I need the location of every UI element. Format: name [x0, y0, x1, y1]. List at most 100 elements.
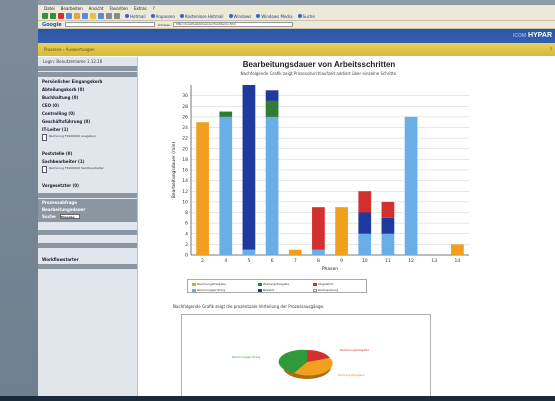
x-tick-label: 6	[271, 258, 274, 264]
sidebar-item-geschaeftsfuehrung[interactable]: Geschäftsführung (0)	[38, 118, 137, 126]
sidebar-item-ceo[interactable]: CEO (0)	[38, 102, 137, 110]
bar-segment	[219, 111, 233, 117]
google-toolbar-logo[interactable]: Google	[42, 22, 62, 28]
link-windows-media[interactable]: Windows Media	[256, 14, 293, 19]
page-subtitle: Nachfolgende Grafik zeigt Prozessdurchla…	[240, 71, 398, 76]
menu-item-extras[interactable]: Extras	[134, 6, 147, 11]
link-icon	[228, 14, 233, 18]
help-link[interactable]: ?	[550, 47, 552, 52]
print-icon[interactable]	[114, 13, 120, 19]
bar-segment	[242, 85, 256, 250]
sidebar-item-poststelle[interactable]: Poststelle (0)	[38, 150, 137, 158]
sidebar-section-bearbeitungsdauer[interactable]: Bearbeitungsdauer	[38, 206, 137, 213]
menu-item-datei[interactable]: Datei	[44, 6, 55, 11]
x-tick-label: 9	[340, 258, 343, 264]
link-hotmail[interactable]: Hotmail	[125, 14, 146, 19]
sidebar-item-eingangskorb[interactable]: Persönlicher Eingangskorb	[38, 78, 137, 86]
legend-swatch	[313, 282, 317, 286]
desktop-frame-left	[0, 0, 38, 401]
y-tick-label: 8	[185, 210, 188, 216]
sidebar-item-abteilungskorb[interactable]: Abteilungskorb (0)	[38, 86, 137, 94]
forward-icon[interactable]	[50, 13, 56, 19]
sidebar-item-buchhaltung[interactable]: Buchhaltung (0)	[38, 94, 137, 102]
legend-item: Rechnungsprüfung	[192, 288, 225, 292]
link-windows[interactable]: Windows	[228, 14, 251, 19]
x-tick-label: 14	[455, 258, 461, 264]
address-field[interactable]: http://localhost/phoenix/chartdemo.htm	[172, 22, 293, 27]
refresh-icon[interactable]	[66, 13, 72, 19]
x-tick-label: 7	[294, 258, 297, 264]
pie-chart-subtitle: Nachfolgende Grafik zeigt die prozentual…	[173, 304, 325, 309]
x-tick-label: 13	[431, 258, 437, 264]
stop-icon[interactable]	[58, 13, 64, 19]
back-icon[interactable]	[42, 13, 48, 19]
sidebar-section-prozessabfrage[interactable]: Prozessabfrage	[38, 199, 137, 206]
search-input[interactable]: Eingabe	[60, 214, 81, 219]
y-tick-label: 10	[182, 199, 188, 205]
menu-item-favoriten[interactable]: Favoriten	[109, 6, 128, 11]
link-icon	[180, 14, 185, 18]
mail-icon[interactable]	[106, 13, 112, 19]
y-tick-label: 16	[182, 168, 188, 174]
link-kostenlose-hotmail[interactable]: Kostenlose Hotmail	[180, 14, 224, 19]
sidebar-band	[38, 193, 137, 198]
link-anpassen[interactable]: Anpassen	[150, 14, 175, 19]
sidebar-band	[38, 72, 137, 77]
sidebar-band	[38, 264, 137, 269]
bar-segment	[451, 244, 464, 255]
pie-label: Rechnungsfreigabe	[340, 348, 369, 352]
bar-segment	[381, 201, 395, 218]
bar-segment	[358, 233, 372, 255]
link-suche[interactable]: Suche	[297, 14, 315, 19]
home-icon[interactable]	[74, 13, 80, 19]
document-icon	[42, 134, 47, 141]
bar-segment	[335, 207, 348, 255]
page-title: Bearbeitungsdauer von Arbeitsschritten	[242, 60, 396, 69]
sidebar-search-row: Suche Eingabe	[38, 213, 137, 222]
sidebar-item-vorgesetzter[interactable]: Vorgesetzter (0)	[38, 182, 137, 190]
x-tick-label: 12	[408, 258, 414, 264]
bar-segment	[265, 100, 279, 117]
sidebar-item-controlling[interactable]: Controlling (0)	[38, 110, 137, 118]
taskbar[interactable]	[0, 396, 555, 401]
pie-chart	[278, 349, 333, 379]
address-bar: Google Adresse http://localhost/phoenix/…	[38, 21, 555, 29]
y-tick-label: 2	[185, 242, 188, 248]
menu-bar: Datei Bearbeiten Ansicht Favoriten Extra…	[38, 5, 555, 12]
pie-label: Rechnungsprüfung	[232, 355, 261, 359]
browser-toolbar: Hotmail Anpassen Kostenlose Hotmail Wind…	[38, 12, 555, 21]
site-breadcrumb-strip: Prozesse › Auswertungen ?	[38, 43, 555, 56]
y-tick-label: 12	[182, 189, 188, 195]
menu-item-ansicht[interactable]: Ansicht	[89, 6, 104, 11]
breadcrumb[interactable]: Prozesse › Auswertungen	[44, 47, 95, 52]
sidebar-band	[38, 66, 137, 71]
y-tick-label: 24	[182, 125, 188, 131]
search-icon[interactable]	[82, 13, 88, 19]
sidebar-item-sachbearbeiter[interactable]: Sachbearbeiter (1)	[38, 158, 137, 166]
menu-item-bearbeiten[interactable]: Bearbeiten	[61, 6, 83, 11]
document-icon	[42, 166, 47, 173]
bar-segment	[242, 249, 256, 255]
sidebar-item-workflowstarter[interactable]: Workflowstarter	[38, 256, 137, 264]
link-icon	[150, 14, 155, 18]
legend-item: Rechnungsfreigabe	[192, 282, 226, 286]
sidebar-document[interactable]: Rechnung F1000009 Ausgaben	[38, 134, 137, 144]
bar-segment	[196, 122, 209, 255]
menu-item-help[interactable]: ?	[153, 6, 155, 11]
site-logo: ICOM HYPAR	[512, 32, 552, 39]
site-header: ICOM HYPAR	[38, 29, 555, 43]
history-icon[interactable]	[98, 13, 104, 19]
chart-legend: Rechnungsfreigabe Zahlungsfreigabe Abgel…	[187, 279, 367, 293]
link-icon	[125, 14, 129, 18]
x-tick-label: 2	[201, 258, 204, 264]
bar-segment	[358, 212, 372, 234]
google-search-field[interactable]	[65, 22, 155, 27]
page-content: Login: Benutzername 1.12.16 Persönlicher…	[38, 57, 555, 396]
sidebar-item-it-leiter[interactable]: IT-Leiter (1)	[38, 126, 137, 134]
favorites-icon[interactable]	[90, 13, 96, 19]
bar-segment	[404, 116, 418, 255]
bar-segment	[265, 116, 279, 255]
bar-segment	[219, 116, 233, 255]
link-icon	[297, 14, 302, 18]
sidebar-document[interactable]: Rechnung F1000009 Sachbearbeiter	[38, 166, 137, 176]
